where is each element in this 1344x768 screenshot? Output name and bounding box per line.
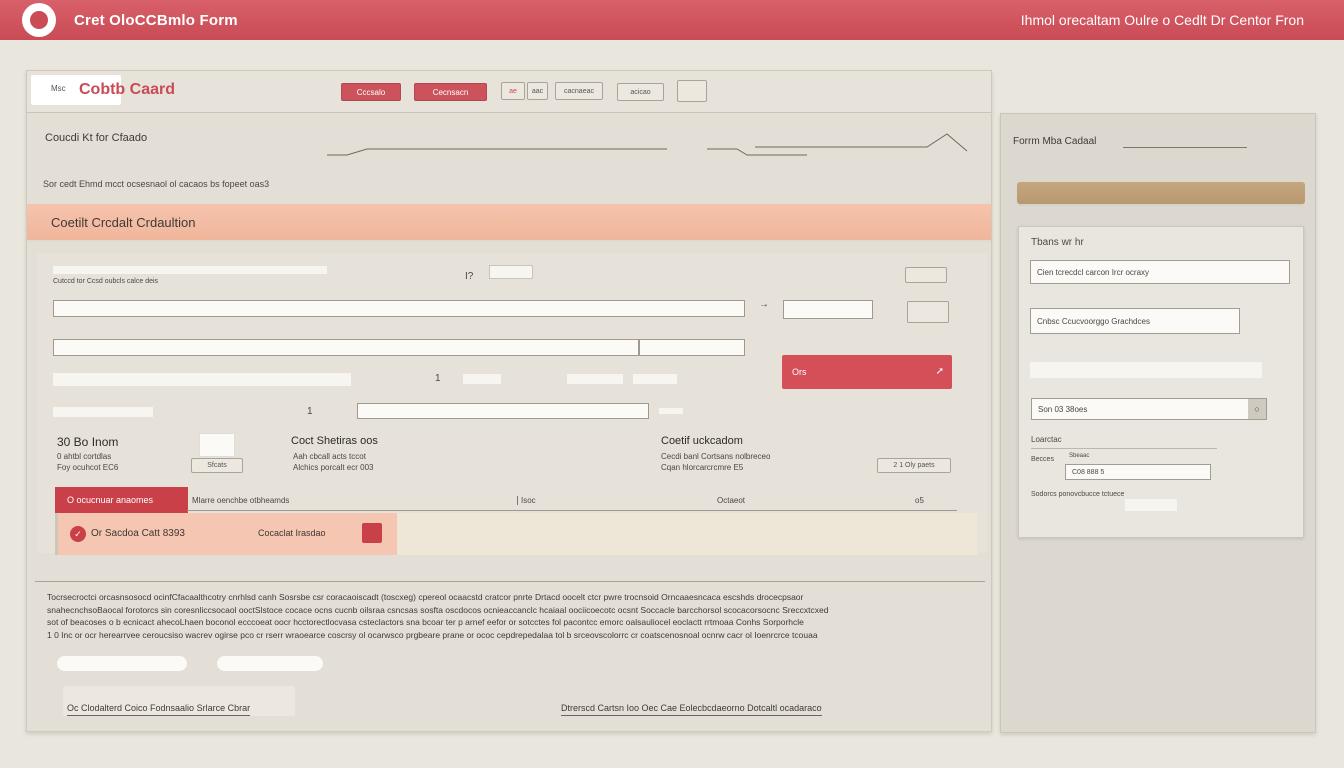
tab-active[interactable]: O ocucnuar anaomes	[55, 487, 188, 513]
side-section2-title: Loarctac	[1031, 435, 1062, 444]
col1-button[interactable]: Sfcats	[191, 458, 243, 473]
tab-mid-2[interactable]: Octaeot	[717, 496, 745, 505]
side-row1-input[interactable]: C08 888 5	[1065, 464, 1211, 480]
side-field-2[interactable]: Cnbsc Ccucvoorggo Grachdces	[1030, 308, 1240, 334]
tab-panel-extension	[397, 513, 977, 555]
side-row1-label: Becces	[1031, 456, 1054, 463]
mini-field-2[interactable]	[567, 374, 623, 384]
toolbar: Msc Cobtb Caard Cccsalo Cecnsacn ae aac …	[27, 71, 991, 113]
arrow-icon: →	[759, 299, 769, 310]
section-title: Coucdi Kt for Cfaado	[45, 132, 148, 144]
side-field-1[interactable]: Cien tcrecdcl carcon Ircr ocraxy	[1030, 260, 1290, 284]
side-row2-label: Sodorcs ponovcbucce tctuece	[1031, 491, 1125, 498]
row5-number: 1	[307, 406, 313, 417]
toolbar-button-5[interactable]: cacnaeac	[555, 82, 603, 100]
submit-button-label: Ors	[792, 367, 807, 377]
side-panel: Forrm Mba Cadaal Tbans wr hr Cien tcrecd…	[1000, 113, 1316, 733]
mini-field-3[interactable]	[633, 374, 677, 384]
side-search-field[interactable]: Son 03 38oes ○	[1031, 398, 1267, 420]
toolbar-button-3[interactable]: ae	[501, 82, 525, 100]
alert-text-secondary: Cocaclat Irasdao	[258, 528, 326, 538]
mini-field-1[interactable]	[463, 374, 501, 384]
window-icon[interactable]	[677, 80, 707, 102]
calendar-icon[interactable]	[905, 267, 947, 283]
submit-button[interactable]: Ors ➚	[782, 355, 952, 389]
name-input[interactable]	[53, 300, 745, 317]
tab-strip: Mlarre oenchbe otbheamds Isoc Octaeot o5	[187, 491, 957, 511]
tab-mid-3[interactable]: o5	[915, 496, 924, 505]
side-search-icon[interactable]: ○	[1248, 399, 1266, 419]
col1-line2: Foy ocuhcot EC6	[57, 463, 119, 472]
terms-line-2: snahecnchsoBaocal forotorcs sin coresnli…	[47, 604, 829, 615]
main-form-panel: Msc Cobtb Caard Cccsalo Cecnsacn ae aac …	[26, 70, 992, 732]
tab-mid-1[interactable]: Isoc	[517, 496, 536, 505]
col2-line2: Alchics porcalt ecr 003	[293, 463, 374, 472]
side-row1-sub: Sbeaac	[1069, 453, 1090, 459]
col3-button[interactable]: 2 1 Oly paets	[877, 458, 951, 473]
app-logo-icon	[22, 3, 56, 37]
pill-button-1[interactable]	[57, 656, 187, 671]
col2-line1: Aah cbcall acts tccot	[293, 452, 366, 461]
footer-left-link[interactable]: Oc Clodalterd Coico Fodnsaalio Srlarce C…	[67, 703, 251, 716]
toolbar-button-4[interactable]: aac	[527, 82, 548, 100]
alert-action-icon[interactable]	[362, 523, 382, 543]
app-subtitle: Ihmol orecaltam Oulre o Cedlt Dr Centor …	[1020, 12, 1304, 28]
card-icon[interactable]	[907, 301, 949, 323]
toolbar-button-1[interactable]: Cccsalo	[341, 83, 401, 101]
side-card-heading: Tbans wr hr	[1031, 237, 1084, 248]
section-hint: Sor cedt Ehmd mcct ocsesnaol ol cacaos b…	[43, 179, 270, 189]
col1-box[interactable]	[199, 433, 235, 457]
credit-section-header: Coetilt Crcdalt Crdaultion	[27, 204, 991, 242]
side-title: Forrm Mba Cadaal	[1013, 136, 1097, 147]
info-field[interactable]	[53, 373, 351, 386]
alert-text: Or Sacdoa Catt 8393	[91, 528, 185, 539]
section-underline	[327, 133, 968, 156]
toolbar-button-6[interactable]: acicao	[617, 83, 664, 101]
divider	[35, 581, 985, 582]
side-card: Tbans wr hr Cien tcrecdcl carcon Ircr oc…	[1018, 226, 1304, 538]
row1-label: Cutccd tor Ccsd oubcls calce deis	[53, 278, 159, 285]
submit-arrow-icon: ➚	[935, 366, 944, 377]
side-title-line	[1123, 147, 1247, 148]
detail-tag	[659, 408, 683, 414]
app-title: Cret OloCCBmlo Form	[74, 11, 238, 29]
col1-title: 30 Bo Inom	[57, 435, 119, 449]
small-field[interactable]	[489, 265, 533, 279]
side-row2-field[interactable]	[1125, 499, 1177, 511]
warning-icon: ✓	[70, 526, 86, 542]
side-section2-divider	[1031, 448, 1217, 449]
zip-input[interactable]	[639, 339, 745, 356]
alert-panel: ✓ Or Sacdoa Catt 8393 Cocaclat Irasdao	[55, 513, 397, 555]
col3-line2: Cqan hlorcarcrcmre E5	[661, 463, 744, 472]
field-label-placeholder	[53, 266, 327, 274]
side-search-value: Son 03 38oes	[1038, 404, 1088, 414]
row4-number: 1	[435, 373, 441, 384]
app-titlebar: Cret OloCCBmlo Form Ihmol orecaltam Oulr…	[0, 0, 1344, 40]
brand-prefix: Msc	[51, 84, 66, 93]
col1-line1: 0 ahtbl cortdlas	[57, 452, 112, 461]
row5-label-bar	[53, 407, 153, 417]
toolbar-button-2[interactable]: Cecnsacn	[414, 83, 487, 101]
side-field-3[interactable]	[1030, 362, 1262, 378]
col2-title: Coct Shetiras oos	[291, 435, 378, 447]
col3-title: Coetif uckcadom	[661, 435, 743, 447]
address-input[interactable]	[53, 339, 639, 356]
terms-line-1: Tocrsecroctci orcasnsosocd ocinfCfacaalt…	[47, 592, 804, 602]
col3-line1: Cecdi banl Cortsans nolbreceo	[661, 452, 771, 461]
tab-text[interactable]: Mlarre oenchbe otbheamds	[192, 496, 289, 505]
terms-line-4: 1 0 Inc or ocr herearrvee ceroucsiso wac…	[47, 629, 818, 640]
help-icon[interactable]: I?	[465, 271, 473, 282]
footer-right-link[interactable]: Dtrerscd Cartsn Ioo Oec Cae Eolecbcdaeor…	[561, 703, 822, 716]
pill-button-2[interactable]	[217, 656, 323, 671]
credit-section-title: Coetilt Crcdalt Crdaultion	[51, 215, 196, 230]
brand-name: Cobtb Caard	[79, 81, 175, 98]
side-header-bar	[1017, 182, 1305, 204]
detail-input[interactable]	[357, 403, 649, 419]
code-input[interactable]	[783, 300, 873, 319]
terms-paragraph: Tocrsecroctci orcasnsosocd ocinfCfacaalt…	[47, 591, 967, 641]
terms-line-3: sot of beacoses o b ecnicact ahecoLhaen …	[47, 617, 804, 627]
